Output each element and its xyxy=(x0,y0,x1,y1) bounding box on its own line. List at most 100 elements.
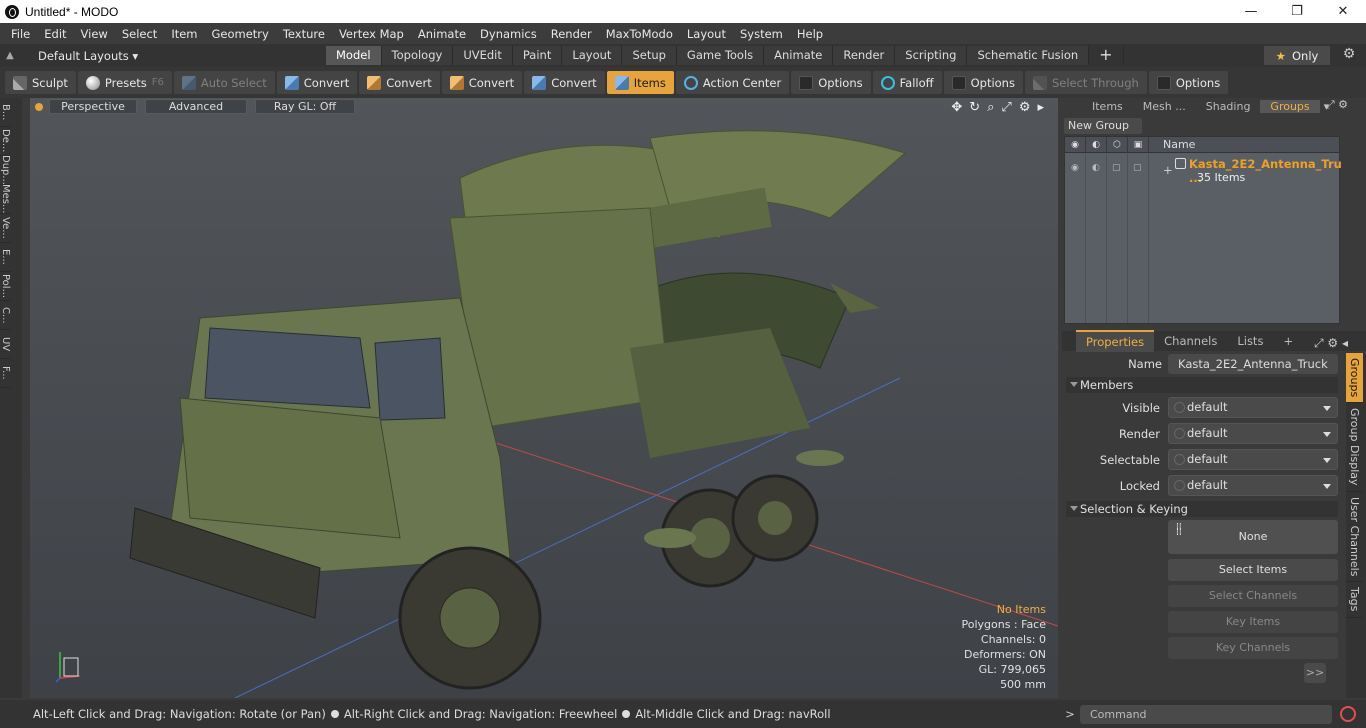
tab-game-tools[interactable]: Game Tools xyxy=(676,46,765,65)
visible-dropdown[interactable]: default xyxy=(1168,397,1338,418)
row-select-icon[interactable]: ▢ xyxy=(1112,163,1121,173)
menu-maxtomodo[interactable]: MaxToModo xyxy=(599,27,680,41)
menu-view[interactable]: View xyxy=(74,27,115,41)
rotate-icon[interactable]: ↻ xyxy=(969,100,980,115)
select-channels-button[interactable]: Select Channels xyxy=(1168,585,1338,607)
select-icon[interactable]: ⬡ xyxy=(1107,136,1128,153)
tab-lists[interactable]: Lists xyxy=(1227,331,1273,351)
menu-layout[interactable]: Layout xyxy=(680,27,733,41)
restore-button[interactable]: ❐ xyxy=(1274,0,1320,23)
tab-mesh[interactable]: Mesh ... xyxy=(1133,100,1196,113)
convert-button-2[interactable]: Convert xyxy=(359,71,440,94)
falloff-button[interactable]: Falloff xyxy=(872,71,942,94)
tab-animate[interactable]: Animate xyxy=(764,46,834,65)
side-tab-group-display[interactable]: Group Display xyxy=(1346,403,1363,492)
close-button[interactable]: ✕ xyxy=(1320,0,1366,23)
expand-arrow-icon[interactable]: ▸ xyxy=(1037,100,1044,115)
tab-topology[interactable]: Topology xyxy=(381,46,454,65)
group-row[interactable]: ◉ ◐ ▢ ▢ + Kasta_2E2_Antenna_Tru ... 35 I… xyxy=(1065,155,1342,185)
side-tab-user-channels[interactable]: User Channels xyxy=(1346,492,1363,583)
tab-model[interactable]: Model xyxy=(326,46,382,65)
left-tab-mesh[interactable]: Mes... xyxy=(0,184,11,214)
add-tab-button[interactable]: + xyxy=(1089,46,1124,65)
left-tab-duplicate[interactable]: Dup... xyxy=(0,155,11,185)
name-column-header[interactable]: Name xyxy=(1149,138,1195,151)
select-items-button[interactable]: Select Items xyxy=(1168,559,1338,581)
menu-system[interactable]: System xyxy=(733,27,790,41)
menu-texture[interactable]: Texture xyxy=(276,27,332,41)
row-eye-icon[interactable]: ◉ xyxy=(1071,163,1079,173)
key-channels-button[interactable]: Key Channels xyxy=(1168,637,1338,659)
menu-animate[interactable]: Animate xyxy=(411,27,473,41)
action-center-button[interactable]: Action Center xyxy=(675,71,790,94)
command-history-arrow-icon[interactable]: > xyxy=(1060,707,1080,721)
menu-render[interactable]: Render xyxy=(544,27,599,41)
tab-groups[interactable]: Groups xyxy=(1260,99,1320,113)
pan-icon[interactable]: ✥ xyxy=(951,100,962,115)
tab-render[interactable]: Render xyxy=(833,46,896,65)
left-tab-uv[interactable]: UV xyxy=(0,330,11,359)
menu-dynamics[interactable]: Dynamics xyxy=(473,27,544,41)
selection-keying-section[interactable]: Selection & Keying xyxy=(1066,501,1338,517)
settings-gear-icon[interactable]: ⚙ xyxy=(1019,100,1031,115)
menu-geometry[interactable]: Geometry xyxy=(205,27,276,41)
members-section[interactable]: Members xyxy=(1066,377,1338,393)
options-button-2[interactable]: Options xyxy=(943,71,1023,94)
menu-help[interactable]: Help xyxy=(790,27,830,41)
perspective-dropdown[interactable]: Perspective xyxy=(49,99,137,114)
left-tab-fusion[interactable]: F... xyxy=(0,359,11,388)
left-tab-vertex[interactable]: Ve... xyxy=(0,214,11,243)
left-tab-basic[interactable]: B... xyxy=(0,98,11,127)
panel-expand-gear-icons[interactable]: ⤢ ⚙ xyxy=(1316,98,1358,112)
key-items-button[interactable]: Key Items xyxy=(1168,611,1338,633)
selection-set-none-button[interactable]: ⁞⁞ ⁞⁞ None xyxy=(1168,520,1338,554)
tab-layout[interactable]: Layout xyxy=(562,46,623,65)
minimize-button[interactable]: — xyxy=(1228,0,1274,23)
options-button-3[interactable]: Options xyxy=(1148,71,1229,94)
tab-items[interactable]: Items xyxy=(1082,100,1133,113)
convert-button-1[interactable]: Convert xyxy=(276,71,358,94)
tab-channels[interactable]: Channels xyxy=(1154,331,1227,351)
presets-button[interactable]: Presets F6 xyxy=(77,71,172,94)
select-through-button[interactable]: Select Through xyxy=(1024,71,1147,94)
menu-vertex-map[interactable]: Vertex Map xyxy=(332,27,411,41)
render-icon[interactable]: ◐ xyxy=(1086,136,1107,153)
expand-plus-icon[interactable]: + xyxy=(1163,163,1173,177)
tab-properties[interactable]: Properties xyxy=(1076,330,1155,352)
zoom-icon[interactable]: ⌕ xyxy=(987,100,994,115)
menu-file[interactable]: File xyxy=(4,27,37,41)
3d-viewport[interactable]: Perspective Advanced Ray GL: Off ✥ ↻ ⌕ ⤢… xyxy=(30,98,1058,698)
command-input[interactable]: Command xyxy=(1080,704,1332,724)
selectable-dropdown[interactable]: default xyxy=(1168,449,1338,470)
side-tab-tags[interactable]: Tags xyxy=(1346,582,1363,618)
render-dropdown[interactable]: default xyxy=(1168,423,1338,444)
tab-paint[interactable]: Paint xyxy=(512,46,563,65)
advanced-dropdown[interactable]: Advanced xyxy=(145,99,247,114)
new-group-button[interactable]: New Group xyxy=(1064,118,1142,134)
side-tab-groups[interactable]: Groups xyxy=(1346,353,1363,404)
raygl-toggle[interactable]: Ray GL: Off xyxy=(255,99,355,114)
viewport-menu-dot-icon[interactable] xyxy=(35,102,43,111)
row-lock-icon[interactable]: ▢ xyxy=(1133,163,1142,173)
menu-select[interactable]: Select xyxy=(115,27,164,41)
left-tab-edge[interactable]: E... xyxy=(0,243,11,272)
add-properties-tab-button[interactable]: + xyxy=(1273,331,1303,351)
row-render-icon[interactable]: ◐ xyxy=(1092,163,1100,173)
default-layouts-dropdown[interactable]: Default Layouts ▾ xyxy=(20,49,326,63)
left-tab-curve[interactable]: C... xyxy=(0,301,11,330)
left-tab-polygon[interactable]: Pol... xyxy=(0,272,11,301)
only-button[interactable]: ★ Only xyxy=(1264,46,1330,65)
group-name-field[interactable]: Kasta_2E2_Antenna_Truck (37) xyxy=(1168,354,1338,391)
options-button-1[interactable]: Options xyxy=(791,71,871,94)
items-mode-button[interactable]: Items xyxy=(606,71,674,94)
convert-button-3[interactable]: Convert xyxy=(441,71,523,94)
layout-toggle-icon[interactable]: ▲ xyxy=(0,50,20,61)
tab-uvedit[interactable]: UVEdit xyxy=(453,46,513,65)
auto-select-button[interactable]: Auto Select xyxy=(173,71,275,94)
visibility-eye-icon[interactable]: ◉ xyxy=(1065,136,1086,153)
tab-schematic-fusion[interactable]: Schematic Fusion xyxy=(967,46,1090,65)
layout-gear-icon[interactable]: ⚙ xyxy=(1338,46,1360,65)
tab-scripting[interactable]: Scripting xyxy=(895,46,968,65)
convert-button-4[interactable]: Convert xyxy=(524,71,605,94)
menu-edit[interactable]: Edit xyxy=(37,27,73,41)
